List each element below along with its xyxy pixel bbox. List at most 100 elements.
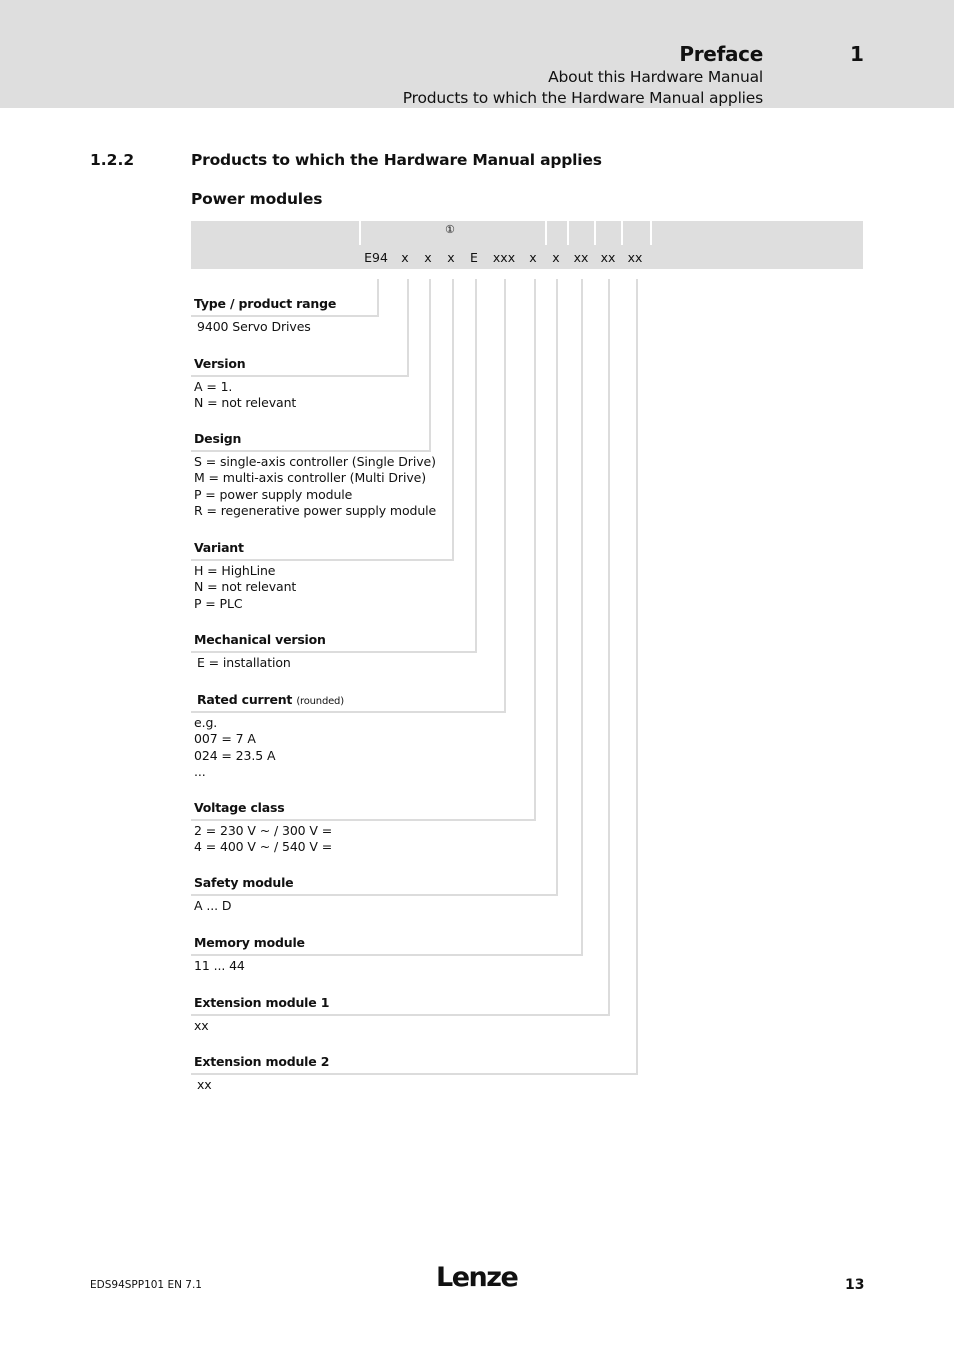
type-code-divider bbox=[621, 221, 623, 245]
field-label: Rated current (rounded) bbox=[197, 692, 344, 707]
field-label: Voltage class bbox=[194, 800, 285, 815]
type-code-segment: x bbox=[552, 250, 560, 265]
page-number: 13 bbox=[845, 1277, 865, 1293]
field-value: N = not relevant bbox=[194, 579, 297, 595]
field-rule bbox=[191, 954, 583, 956]
type-code-divider bbox=[650, 221, 652, 245]
field-label: Type / product range bbox=[194, 296, 336, 311]
type-code-segment: xxx bbox=[492, 250, 516, 265]
field-label: Memory module bbox=[194, 935, 305, 950]
header-subtitle-2: Products to which the Hardware Manual ap… bbox=[402, 89, 763, 107]
field-rule bbox=[191, 559, 454, 561]
type-code-divider bbox=[594, 221, 596, 245]
field-label-text: Mechanical version bbox=[194, 632, 326, 647]
chapter-number: 1 bbox=[850, 42, 864, 66]
subsection-heading: Power modules bbox=[191, 190, 323, 208]
type-code-segment: xx bbox=[627, 250, 643, 265]
type-code-band bbox=[191, 221, 863, 269]
field-label-text: Version bbox=[194, 356, 246, 371]
field-label-text: Design bbox=[194, 431, 242, 446]
field-rule bbox=[191, 651, 477, 653]
connector-line bbox=[377, 279, 379, 317]
type-code-divider bbox=[567, 221, 569, 245]
connector-line bbox=[452, 279, 454, 561]
field-value: 024 = 23.5 A bbox=[194, 747, 276, 763]
field-rule bbox=[191, 894, 558, 896]
section-number: 1.2.2 bbox=[90, 151, 135, 169]
type-code-segment: xx bbox=[600, 250, 616, 265]
field-rule bbox=[191, 1073, 638, 1075]
field-value: 11 ... 44 bbox=[194, 958, 245, 973]
field-label: Design bbox=[194, 431, 241, 446]
field-label: Extension module 1 bbox=[194, 995, 329, 1010]
field-label-text: Extension module 1 bbox=[194, 995, 330, 1010]
field-label-text: Extension module 2 bbox=[194, 1054, 330, 1069]
type-code-divider bbox=[359, 221, 361, 245]
field-label-text: Memory module bbox=[194, 935, 305, 950]
field-value: S = single-axis controller (Single Drive… bbox=[194, 454, 436, 469]
field-label: Variant bbox=[194, 540, 244, 555]
header-subtitle-1: About this Hardware Manual bbox=[548, 68, 763, 86]
field-rule bbox=[191, 1014, 610, 1016]
field-value: 2 = 230 V ~ / 300 V = bbox=[194, 823, 333, 838]
document-id: EDS94SPP101 EN 7.1 bbox=[90, 1279, 202, 1291]
connector-line bbox=[556, 279, 558, 896]
field-values: xx bbox=[197, 1077, 212, 1093]
field-values: H = HighLine N = not relevant P = PLC bbox=[194, 563, 296, 612]
field-values: 11 ... 44 bbox=[194, 958, 245, 974]
page-header: Preface 1 About this Hardware Manual Pro… bbox=[0, 0, 954, 108]
type-code-segment: x bbox=[529, 250, 537, 265]
type-code-segment: x bbox=[447, 250, 455, 265]
connector-line bbox=[504, 279, 506, 713]
field-values: 9400 Servo Drives bbox=[197, 319, 311, 335]
field-value: A = 1. bbox=[194, 379, 233, 394]
field-value: 9400 Servo Drives bbox=[197, 319, 311, 334]
field-value: E = installation bbox=[197, 655, 291, 670]
field-label-text: Voltage class bbox=[194, 800, 285, 815]
field-value: R = regenerative power supply module bbox=[194, 503, 437, 519]
connector-line bbox=[636, 279, 638, 1075]
field-value: 007 = 7 A bbox=[194, 731, 256, 747]
section-title: Products to which the Hardware Manual ap… bbox=[191, 151, 602, 169]
connector-line bbox=[429, 279, 431, 452]
type-code-divider bbox=[545, 221, 547, 245]
field-label-note: (rounded) bbox=[296, 696, 344, 707]
field-rule bbox=[191, 819, 536, 821]
field-values: 2 = 230 V ~ / 300 V = 4 = 400 V ~ / 540 V… bbox=[194, 823, 332, 856]
field-value: P = power supply module bbox=[194, 486, 353, 502]
field-rule bbox=[191, 450, 431, 452]
lenze-logo: Lenze bbox=[436, 1262, 519, 1293]
field-rule bbox=[191, 315, 379, 317]
field-values: e.g. 007 = 7 A 024 = 23.5 A... bbox=[194, 715, 276, 781]
field-value: e.g. bbox=[194, 715, 218, 730]
field-rule bbox=[191, 711, 506, 713]
connector-line bbox=[475, 279, 477, 653]
field-value: P = PLC bbox=[194, 595, 243, 611]
field-value: ... bbox=[194, 764, 206, 780]
type-code-segment: x bbox=[401, 250, 409, 265]
connector-line bbox=[407, 279, 409, 377]
field-values: A ... D bbox=[194, 898, 231, 914]
field-value: H = HighLine bbox=[194, 563, 276, 578]
field-value: M = multi-axis controller (Multi Drive) bbox=[194, 470, 426, 486]
connector-line bbox=[608, 279, 610, 1016]
type-code-segment: E bbox=[470, 250, 478, 265]
field-values: E = installation bbox=[197, 655, 291, 671]
footnote-marker-icon: ① bbox=[445, 223, 455, 236]
type-code-segment: xx bbox=[573, 250, 589, 265]
field-value: A ... D bbox=[194, 898, 232, 913]
connector-line bbox=[534, 279, 536, 821]
type-code-segment: x bbox=[424, 250, 432, 265]
field-values: S = single-axis controller (Single Drive… bbox=[194, 454, 436, 520]
field-label: Version bbox=[194, 356, 246, 371]
field-label: Safety module bbox=[194, 875, 294, 890]
field-value: N = not relevant bbox=[194, 395, 297, 411]
field-label-text: Safety module bbox=[194, 875, 294, 890]
type-code-segment: E94 bbox=[364, 250, 388, 265]
field-value: xx bbox=[197, 1077, 212, 1092]
field-label-text: Type / product range bbox=[194, 296, 337, 311]
field-label: Extension module 2 bbox=[194, 1054, 329, 1069]
connector-line bbox=[581, 279, 583, 956]
field-value: 4 = 400 V ~ / 540 V = bbox=[194, 839, 333, 855]
field-values: xx bbox=[194, 1018, 209, 1034]
